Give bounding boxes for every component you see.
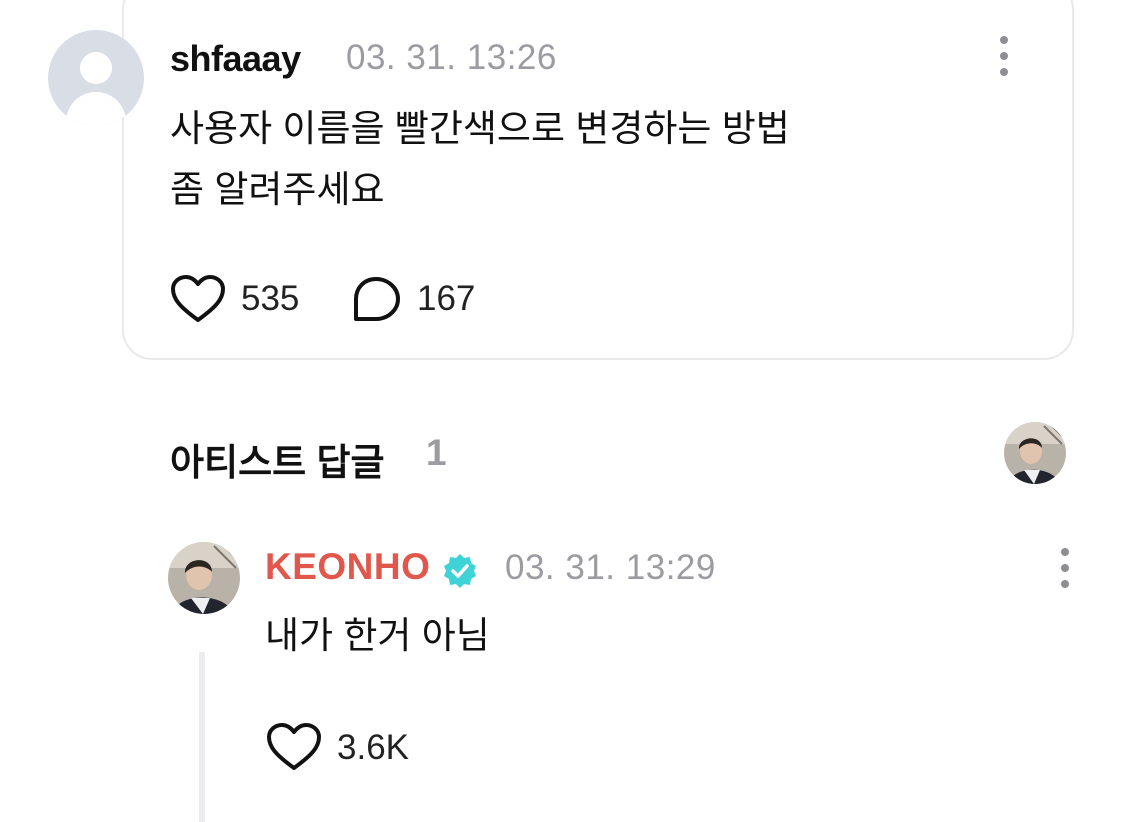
reply-more-icon[interactable] — [1059, 548, 1071, 592]
post-username[interactable]: shfaaay — [170, 38, 301, 80]
reply-thread-line — [199, 652, 205, 822]
artist-replies-title: 아티스트 답글 — [170, 442, 385, 483]
post-text-line-2: 좀 알려주세요 — [170, 169, 385, 210]
artist-name[interactable]: KEONHO — [265, 546, 430, 588]
reply-heart-icon[interactable] — [266, 722, 322, 772]
artist-avatar[interactable] — [168, 542, 240, 614]
post-timestamp: 03. 31. 13:26 — [346, 38, 557, 77]
reply-like-count: 3.6K — [337, 728, 409, 767]
post-comment-count: 167 — [417, 279, 476, 318]
post-like-count: 535 — [241, 279, 300, 318]
user-avatar[interactable] — [48, 30, 144, 126]
avatar-head-shape — [80, 52, 112, 84]
verified-badge-icon — [444, 554, 476, 588]
heart-icon[interactable] — [170, 274, 226, 324]
reply-text: 내가 한거 아님 — [265, 615, 490, 656]
artist-avatar-small[interactable] — [1004, 422, 1066, 484]
comment-icon[interactable] — [350, 275, 402, 325]
post-more-icon[interactable] — [998, 36, 1010, 80]
artist-replies-count: 1 — [426, 432, 447, 473]
reply-timestamp: 03. 31. 13:29 — [505, 548, 716, 587]
avatar-body-shape — [66, 92, 126, 126]
post-text-line-1: 사용자 이름을 빨간색으로 변경하는 방법 — [170, 108, 790, 149]
